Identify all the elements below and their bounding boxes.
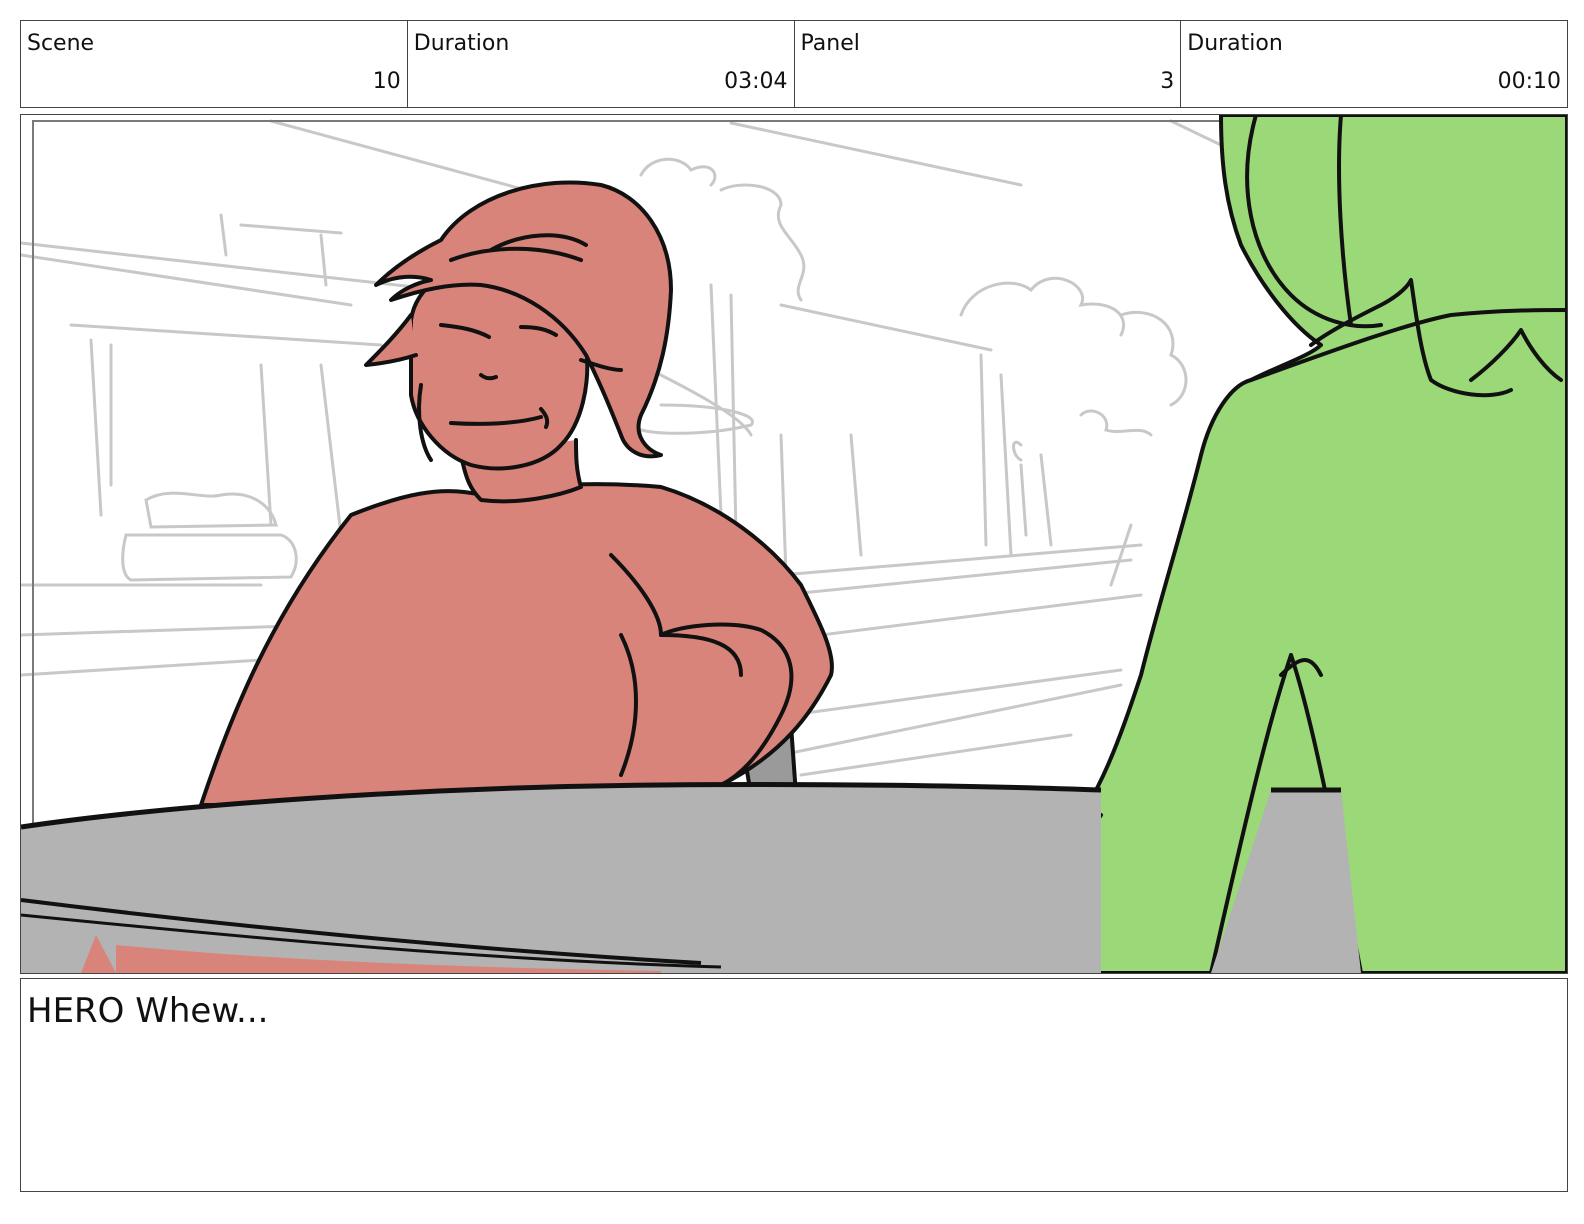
storyboard-header: Scene 10 Duration 03:04 Panel 3 Duration… (20, 20, 1568, 108)
hero-figure (199, 180, 834, 807)
panel-cell: Panel 3 (795, 21, 1182, 107)
dialogue-text: HERO Whew... (27, 991, 269, 1031)
scene-duration-value: 03:04 (724, 69, 788, 94)
scene-duration-label: Duration (413, 31, 510, 56)
panel-drawing (21, 115, 1567, 973)
scene-label: Scene (27, 31, 95, 56)
scene-number: 10 (372, 69, 401, 94)
dialogue-box: HERO Whew... (20, 978, 1568, 1192)
panel-number: 3 (1160, 69, 1175, 94)
panel-duration-label: Duration (1187, 31, 1283, 56)
panel-duration-cell: Duration 00:10 (1181, 21, 1567, 107)
storyboard-frame (20, 114, 1568, 974)
panel-duration-value: 00:10 (1497, 69, 1561, 94)
scene-cell: Scene 10 (21, 21, 408, 107)
scene-duration-cell: Duration 03:04 (408, 21, 795, 107)
panel-label: Panel (800, 31, 860, 56)
